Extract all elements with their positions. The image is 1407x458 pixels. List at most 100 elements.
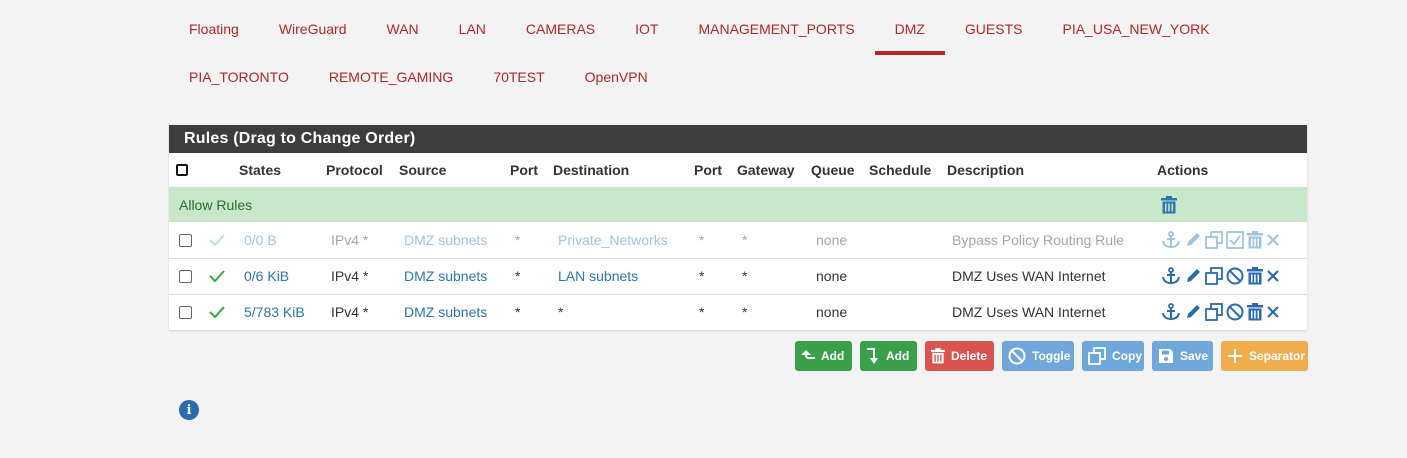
- interface-tabs: Floating WireGuard WAN LAN CAMERAS IOT M…: [169, 8, 1309, 104]
- info-icon[interactable]: i: [179, 400, 199, 420]
- tab-lan[interactable]: LAN: [439, 8, 506, 56]
- tab-pia-usa-new-york[interactable]: PIA_USA_NEW_YORK: [1042, 8, 1229, 56]
- header-port: Port: [510, 162, 538, 178]
- separator-row[interactable]: Allow Rules: [169, 187, 1307, 222]
- tab-cameras[interactable]: CAMERAS: [506, 8, 615, 56]
- rule-protocol: IPv4 *: [331, 268, 369, 284]
- rule-states[interactable]: 0/0 B: [244, 222, 277, 258]
- rule-description: Bypass Policy Routing Rule: [952, 232, 1124, 248]
- rule-destination-port: *: [699, 268, 705, 284]
- block-icon: [1008, 347, 1026, 365]
- table-row[interactable]: 0/6 KiB IPv4 * DMZ subnets * LAN subnets…: [169, 258, 1307, 295]
- add-bottom-button[interactable]: Add: [860, 341, 917, 371]
- header-states: States: [239, 162, 282, 178]
- row-actions: [1161, 258, 1280, 294]
- check-icon: [209, 258, 225, 294]
- tab-70test[interactable]: 70TEST: [473, 56, 564, 104]
- rule-states[interactable]: 0/6 KiB: [244, 258, 289, 294]
- add-top-label: Add: [821, 349, 845, 363]
- check-icon: [209, 222, 225, 258]
- close-icon[interactable]: [1266, 233, 1280, 247]
- rule-source[interactable]: DMZ subnets: [404, 294, 487, 330]
- trash-icon: [931, 348, 945, 364]
- copy-icon[interactable]: [1205, 303, 1223, 321]
- checkbox-icon[interactable]: [1226, 231, 1244, 249]
- rule-gateway: *: [742, 268, 748, 284]
- header-port: Port: [694, 162, 722, 178]
- rule-protocol: IPv4 *: [331, 304, 369, 320]
- rule-destination[interactable]: Private_Networks: [558, 222, 668, 258]
- select-all-checkbox[interactable]: [176, 164, 188, 176]
- trash-icon[interactable]: [1247, 267, 1263, 285]
- rules-panel: Rules (Drag to Change Order) States Prot…: [169, 125, 1307, 330]
- trash-icon[interactable]: [1247, 231, 1263, 249]
- save-button[interactable]: Save: [1152, 341, 1213, 371]
- tab-iot[interactable]: IOT: [615, 8, 678, 56]
- copy-icon: [1088, 347, 1106, 365]
- separator-button[interactable]: Separator: [1221, 341, 1308, 371]
- table-row[interactable]: 5/783 KiB IPv4 * DMZ subnets * * * * non…: [169, 294, 1307, 330]
- pencil-icon[interactable]: [1184, 231, 1202, 249]
- copy-icon[interactable]: [1205, 231, 1223, 249]
- tab-floating[interactable]: Floating: [169, 8, 259, 56]
- arrow-up-icon: [801, 347, 815, 365]
- table-header: States Protocol Source Port Destination …: [169, 153, 1307, 188]
- tab-wan[interactable]: WAN: [367, 8, 439, 56]
- tab-remote-gaming[interactable]: REMOTE_GAMING: [309, 56, 473, 104]
- header-destination: Destination: [553, 162, 630, 178]
- copy-icon[interactable]: [1205, 267, 1223, 285]
- panel-title: Rules (Drag to Change Order): [169, 125, 1307, 153]
- tab-management-ports[interactable]: MANAGEMENT_PORTS: [678, 8, 874, 56]
- row-checkbox[interactable]: [179, 233, 192, 247]
- rule-queue: none: [816, 268, 848, 284]
- tab-guests[interactable]: GUESTS: [945, 8, 1043, 56]
- header-description: Description: [947, 162, 1025, 178]
- add-bottom-label: Add: [886, 349, 910, 363]
- rule-destination[interactable]: LAN subnets: [558, 258, 638, 294]
- rule-source[interactable]: DMZ subnets: [404, 258, 487, 294]
- rule-source-port: *: [515, 304, 521, 320]
- tab-openvpn[interactable]: OpenVPN: [565, 56, 668, 104]
- trash-icon[interactable]: [1161, 187, 1177, 222]
- rule-queue: none: [816, 304, 848, 320]
- tab-dmz[interactable]: DMZ: [874, 8, 946, 56]
- row-checkbox[interactable]: [179, 305, 192, 319]
- rule-destination: *: [558, 304, 564, 320]
- pencil-icon[interactable]: [1184, 303, 1202, 321]
- toggle-button[interactable]: Toggle: [1002, 341, 1074, 371]
- close-icon[interactable]: [1266, 269, 1280, 283]
- rule-queue: none: [816, 232, 848, 248]
- tab-row-1: Floating WireGuard WAN LAN CAMERAS IOT M…: [169, 8, 1309, 56]
- tab-wireguard[interactable]: WireGuard: [259, 8, 367, 56]
- delete-label: Delete: [951, 349, 988, 363]
- rule-source-port: *: [515, 232, 521, 248]
- row-checkbox[interactable]: [179, 269, 192, 283]
- separator-label: Separator: [1249, 349, 1306, 363]
- anchor-icon[interactable]: [1161, 303, 1181, 321]
- delete-button[interactable]: Delete: [925, 341, 994, 371]
- block-icon[interactable]: [1226, 267, 1244, 285]
- tab-row-2: PIA_TORONTO REMOTE_GAMING 70TEST OpenVPN: [169, 56, 1309, 104]
- table-row[interactable]: 0/0 B IPv4 * DMZ subnets * Private_Netwo…: [169, 222, 1307, 259]
- header-queue: Queue: [811, 162, 855, 178]
- anchor-icon[interactable]: [1161, 267, 1181, 285]
- copy-button[interactable]: Copy: [1082, 341, 1144, 371]
- arrow-down-icon: [866, 347, 880, 365]
- close-icon[interactable]: [1266, 305, 1280, 319]
- save-label: Save: [1180, 349, 1209, 363]
- trash-icon[interactable]: [1247, 303, 1263, 321]
- rule-states[interactable]: 5/783 KiB: [244, 294, 305, 330]
- rule-source[interactable]: DMZ subnets: [404, 222, 487, 258]
- pencil-icon[interactable]: [1184, 267, 1202, 285]
- header-schedule: Schedule: [869, 162, 932, 178]
- tab-pia-toronto[interactable]: PIA_TORONTO: [169, 56, 309, 104]
- rule-destination-port: *: [699, 304, 705, 320]
- rule-destination-port: *: [699, 232, 705, 248]
- rule-description: DMZ Uses WAN Internet: [952, 268, 1106, 284]
- add-top-button[interactable]: Add: [795, 341, 852, 371]
- anchor-icon[interactable]: [1161, 231, 1181, 249]
- block-icon[interactable]: [1226, 303, 1244, 321]
- toggle-label: Toggle: [1032, 349, 1071, 363]
- plus-icon: [1227, 348, 1243, 364]
- row-actions: [1161, 294, 1280, 330]
